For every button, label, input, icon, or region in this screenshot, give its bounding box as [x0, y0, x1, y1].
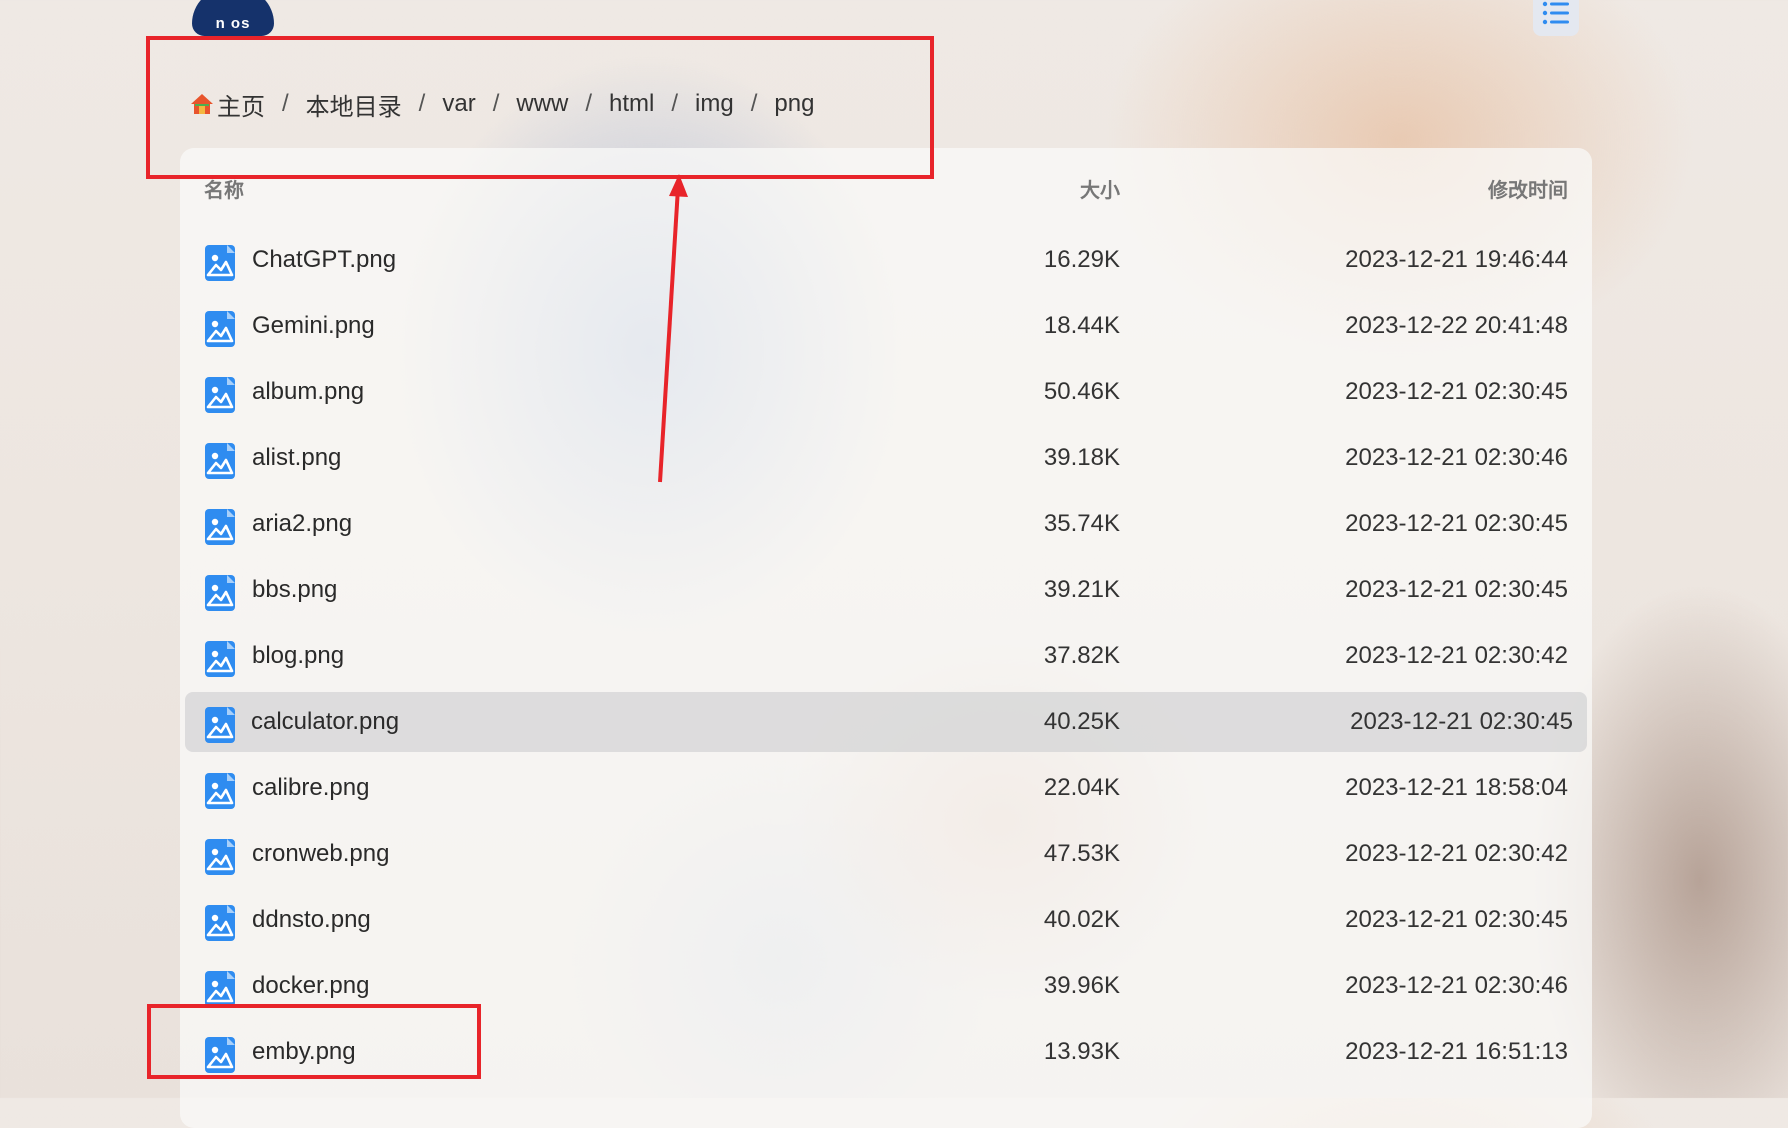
annotation-arrow [658, 174, 688, 483]
